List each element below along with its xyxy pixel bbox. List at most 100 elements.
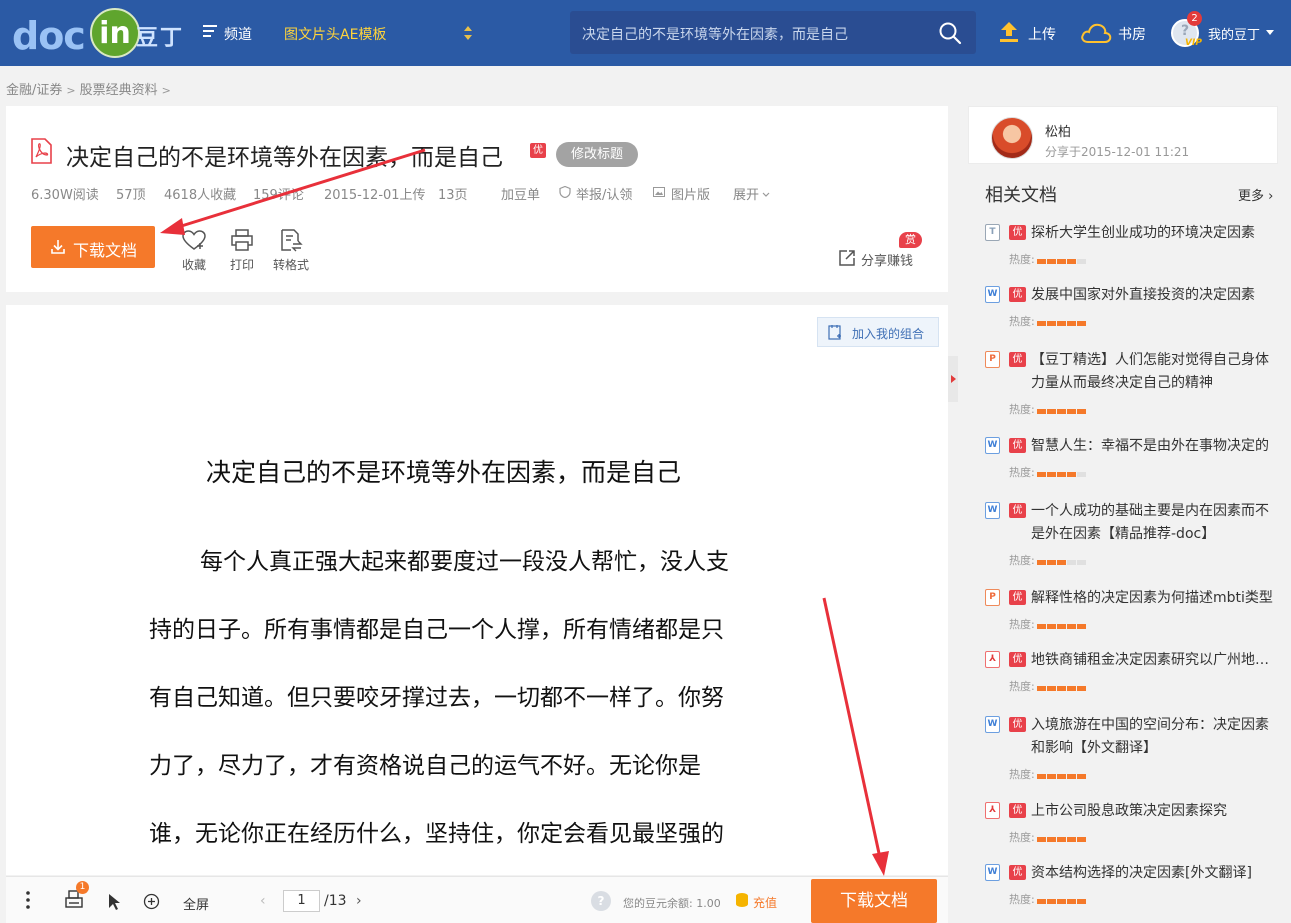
related-doc-title[interactable]: 一个人成功的基础主要是内在因素而不是外在因素【精品推荐-doc】 bbox=[1031, 500, 1273, 546]
search-icon[interactable] bbox=[938, 21, 962, 45]
my-docin-menu[interactable]: 我的豆丁 bbox=[1208, 24, 1260, 43]
chevron-down-icon[interactable] bbox=[762, 192, 770, 198]
related-doc-item[interactable]: W 优一个人成功的基础主要是内在因素而不是外在因素【精品推荐-doc】 热度: bbox=[985, 500, 1280, 567]
breadcrumb-item-finance[interactable]: 金融/证券 bbox=[6, 83, 62, 98]
related-doc-item[interactable]: ⅄ 优上市公司股息政策决定因素探究 热度: bbox=[985, 800, 1280, 850]
download-icon bbox=[51, 240, 65, 254]
related-doc-item[interactable]: W 优资本结构选择的决定因素[外文翻译] 热度: bbox=[985, 862, 1280, 912]
heat-bar bbox=[1036, 681, 1087, 694]
share-label: 分享赚钱 bbox=[861, 254, 914, 269]
page-number-input[interactable]: 1 bbox=[283, 890, 320, 912]
upload-button[interactable]: 上传 bbox=[998, 20, 1060, 46]
related-doc-title[interactable]: 探析大学生创业成功的环境决定因素 bbox=[1031, 222, 1273, 245]
pdf-file-icon: ⅄ bbox=[985, 802, 1000, 819]
document-title: 决定自己的不是环境等外在因素，而是自己 bbox=[66, 145, 503, 171]
shield-icon bbox=[559, 186, 571, 198]
expand-link[interactable]: 展开 bbox=[733, 184, 759, 203]
related-doc-title[interactable]: 上市公司股息政策决定因素探究 bbox=[1031, 800, 1273, 823]
heat-rating: 热度: bbox=[1009, 313, 1087, 329]
convert-format-button[interactable]: 转格式 bbox=[269, 228, 313, 272]
more-link[interactable]: 更多 › bbox=[1238, 185, 1273, 204]
heat-rating: 热度: bbox=[1009, 552, 1087, 568]
heat-label: 热度: bbox=[1009, 315, 1035, 328]
add-doudan-link[interactable]: 加豆单 bbox=[501, 184, 540, 203]
author-avatar[interactable] bbox=[991, 117, 1033, 159]
related-doc-item[interactable]: P 优解释性格的决定因素为何描述mbti类型 热度: bbox=[985, 587, 1280, 637]
docin-logo[interactable]: doc in 豆丁 bbox=[12, 6, 187, 60]
notification-badge[interactable]: 2 bbox=[1187, 11, 1202, 26]
share-icon bbox=[839, 250, 855, 266]
image-icon bbox=[653, 187, 665, 197]
ppt-file-icon: P bbox=[985, 589, 1000, 606]
channel-menu[interactable]: 频道 bbox=[224, 24, 252, 44]
report-link[interactable]: 举报/认领 bbox=[576, 184, 632, 203]
quality-badge: 优 bbox=[1009, 652, 1026, 667]
vip-badge: VIP bbox=[1185, 38, 1202, 48]
collect-label: 收藏 bbox=[181, 258, 206, 272]
sort-arrows-icon[interactable] bbox=[464, 26, 472, 40]
pdf-file-icon bbox=[31, 138, 52, 164]
fullscreen-button[interactable]: 全屏 bbox=[183, 894, 209, 913]
document-line: 谁，无论你正在经历什么，坚持住，你定会看见最坚强的 bbox=[149, 821, 724, 847]
related-doc-item[interactable]: W 优智慧人生：幸福不是由外在事物决定的 热度: bbox=[985, 435, 1280, 485]
breadcrumb-separator: > bbox=[161, 84, 171, 97]
zoom-in-icon[interactable] bbox=[143, 893, 160, 910]
heat-bar bbox=[1036, 619, 1087, 632]
related-doc-title[interactable]: 智慧人生：幸福不是由外在事物决定的 bbox=[1031, 435, 1273, 458]
search-input[interactable]: 决定自己的不是环境等外在因素，而是自己 bbox=[582, 24, 922, 44]
heat-label: 热度: bbox=[1009, 554, 1035, 567]
related-doc-item[interactable]: W 优入境旅游在中国的空间分布：决定因素和影响【外文翻译】 热度: bbox=[985, 714, 1280, 781]
menu-icon[interactable] bbox=[203, 25, 217, 37]
bookroom-button[interactable]: 书房 bbox=[1080, 20, 1150, 46]
related-doc-title[interactable]: 入境旅游在中国的空间分布：决定因素和影响【外文翻译】 bbox=[1031, 714, 1273, 760]
heat-bar bbox=[1036, 555, 1087, 568]
recharge-link[interactable]: 充值 bbox=[753, 894, 777, 911]
collect-button[interactable]: 收藏 bbox=[172, 228, 216, 272]
heat-rating: 热度: bbox=[1009, 678, 1087, 694]
related-doc-title[interactable]: 解释性格的决定因素为何描述mbti类型 bbox=[1031, 587, 1273, 610]
related-doc-item[interactable]: W 优发展中国家对外直接投资的决定因素 热度: bbox=[985, 284, 1280, 334]
author-name[interactable]: 松柏 bbox=[1045, 121, 1071, 140]
comment-count[interactable]: 159评论 bbox=[253, 184, 304, 203]
favorite-count: 4618人收藏 bbox=[164, 188, 237, 203]
reward-badge: 赏 bbox=[899, 232, 922, 248]
print-button[interactable]: 打印 bbox=[220, 228, 264, 272]
caret-down-icon[interactable] bbox=[1266, 30, 1274, 35]
word-file-icon: W bbox=[985, 502, 1000, 519]
search-box[interactable]: 决定自己的不是环境等外在因素，而是自己 bbox=[570, 11, 976, 54]
image-version-link[interactable]: 图片版 bbox=[671, 184, 710, 203]
coin-icon bbox=[736, 893, 748, 907]
cursor-select-icon[interactable] bbox=[107, 893, 123, 911]
viewer-bottom-toolbar: 1 全屏 ‹ 1 /13 › ? 您的豆元余额: 1.00 充值 下载文档 bbox=[6, 876, 948, 923]
document-line: 每个人真正强大起来都要度过一段没人帮忙，没人支 bbox=[200, 549, 729, 575]
more-vertical-icon[interactable] bbox=[26, 891, 30, 909]
quality-badge: 优 bbox=[530, 143, 546, 158]
related-doc-title[interactable]: 地铁商铺租金决定因素研究以广州地铁为例 bbox=[1031, 649, 1273, 672]
sidebar-collapse-handle[interactable] bbox=[948, 356, 958, 402]
download-label: 下载文档 bbox=[73, 241, 138, 260]
related-docs-heading: 相关文档 bbox=[985, 185, 1057, 206]
template-link[interactable]: 图文片头AE模板 bbox=[284, 24, 386, 44]
modify-title-button[interactable]: 修改标题 bbox=[556, 142, 638, 167]
download-document-button[interactable]: 下载文档 bbox=[31, 226, 155, 268]
heat-bar bbox=[1036, 404, 1087, 417]
add-to-combo-button[interactable]: 加入我的组合 bbox=[817, 317, 939, 347]
related-doc-title[interactable]: 发展中国家对外直接投资的决定因素 bbox=[1031, 284, 1273, 307]
ppt-file-icon: P bbox=[985, 351, 1000, 368]
heat-bar bbox=[1036, 254, 1087, 267]
prev-page-icon[interactable]: ‹ bbox=[260, 893, 266, 909]
heat-rating: 热度: bbox=[1009, 464, 1087, 480]
related-doc-item[interactable]: ⅄ 优地铁商铺租金决定因素研究以广州地铁为例 热度: bbox=[985, 649, 1280, 699]
question-circle-icon[interactable]: ? bbox=[591, 891, 611, 911]
related-doc-title[interactable]: 【豆丁精选】人们怎能对觉得自己身体力量从而最终决定自己的精神 bbox=[1031, 349, 1273, 395]
related-doc-item[interactable]: P 优【豆丁精选】人们怎能对觉得自己身体力量从而最终决定自己的精神 热度: bbox=[985, 349, 1280, 416]
word-file-icon: W bbox=[985, 864, 1000, 881]
breadcrumb-item-stocks[interactable]: 股票经典资料 bbox=[80, 83, 158, 98]
bottom-download-button[interactable]: 下载文档 bbox=[811, 879, 937, 923]
share-earn-button[interactable]: 分享赚钱 bbox=[837, 248, 917, 270]
heat-label: 热度: bbox=[1009, 893, 1035, 906]
related-doc-item[interactable]: T 优探析大学生创业成功的环境决定因素 热度: bbox=[985, 222, 1280, 272]
next-page-icon[interactable]: › bbox=[356, 893, 362, 909]
heat-bar bbox=[1036, 316, 1087, 329]
related-doc-title[interactable]: 资本结构选择的决定因素[外文翻译] bbox=[1031, 862, 1273, 885]
